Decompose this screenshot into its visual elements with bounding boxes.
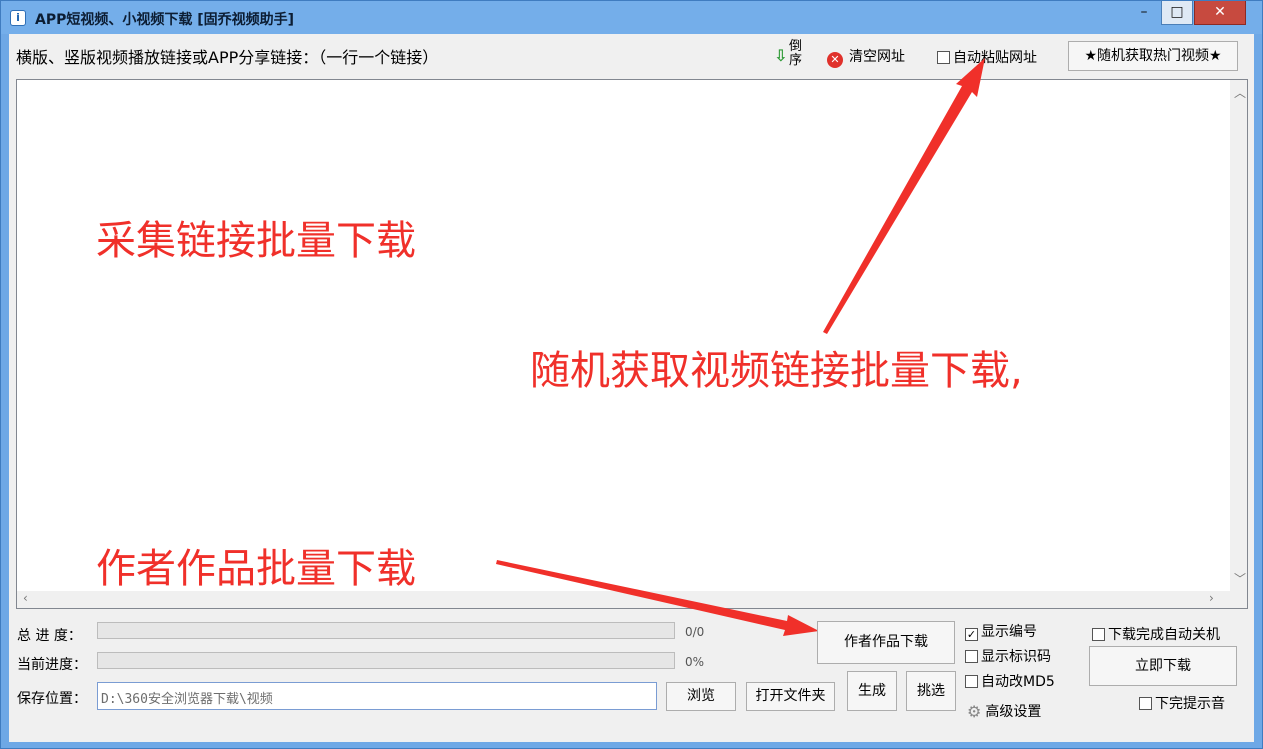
title-bar[interactable]: i APP短视频、小视频下载 [固乔视频助手] – □ ✕	[1, 1, 1262, 34]
annotation-random-fetch: 随机获取视频链接批量下载,	[530, 348, 1023, 394]
annotation-batch-collect: 采集链接批量下载	[96, 218, 416, 264]
auto-md5-label: 自动改MD5	[981, 674, 1055, 690]
clear-urls-label: 清空网址	[849, 49, 905, 65]
show-number-label: 显示编号	[981, 624, 1037, 640]
shutdown-after-download-label: 下载完成自动关机	[1108, 627, 1220, 643]
current-progress-value: 0%	[685, 655, 705, 669]
minimize-button[interactable]: –	[1127, 1, 1161, 25]
clear-x-icon: ✕	[827, 52, 843, 68]
open-folder-button[interactable]: 打开文件夹	[746, 682, 835, 711]
generate-button[interactable]: 生成	[847, 671, 897, 711]
auto-paste-checkbox[interactable]	[937, 51, 950, 64]
save-location-label: 保存位置：	[17, 691, 87, 707]
app-window: i APP短视频、小视频下载 [固乔视频助手] – □ ✕ 横版、竖版视频播放链…	[0, 0, 1263, 749]
auto-paste-label: 自动粘贴网址	[953, 50, 1037, 66]
gear-icon: ⚙	[967, 702, 982, 721]
current-progress-label: 当前进度：	[17, 657, 87, 673]
maximize-button[interactable]: □	[1161, 1, 1193, 25]
scroll-up-icon[interactable]: ︿	[1234, 84, 1246, 101]
main-panel: 横版、竖版视频播放链接或APP分享链接：（一行一个链接） ⇩ 倒序 ✕ 清空网址 …	[9, 34, 1254, 742]
show-id-code-label: 显示标识码	[981, 649, 1051, 665]
advanced-settings-button[interactable]: ⚙ 高级设置	[967, 701, 1041, 721]
auto-md5-checkbox[interactable]	[965, 675, 978, 688]
browse-button[interactable]: 浏览	[666, 682, 736, 711]
author-works-download-button[interactable]: 作者作品下载	[817, 621, 955, 664]
arrow-down-icon: ⇩	[774, 46, 788, 65]
shutdown-after-download-checkbox[interactable]	[1092, 628, 1105, 641]
total-progress-label: 总 进 度：	[17, 628, 82, 644]
auto-md5-option[interactable]: 自动改MD5	[965, 671, 1055, 691]
random-hot-videos-button[interactable]: ★随机获取热门视频★	[1068, 41, 1238, 71]
finish-sound-option[interactable]: 下完提示音	[1139, 693, 1225, 713]
reverse-order-label: 倒序	[789, 39, 803, 68]
scroll-left-icon[interactable]: ‹	[23, 591, 28, 605]
advanced-settings-label: 高级设置	[985, 704, 1042, 720]
scroll-right-icon[interactable]: ›	[1209, 591, 1214, 605]
save-path-input[interactable]: D:\360安全浏览器下载\视频	[97, 682, 657, 710]
clear-urls-button[interactable]: ✕ 清空网址	[827, 46, 905, 68]
show-number-option[interactable]: ✓ 显示编号	[965, 621, 1037, 641]
show-id-code-checkbox[interactable]	[965, 650, 978, 663]
show-id-code-option[interactable]: 显示标识码	[965, 646, 1051, 666]
show-number-checkbox[interactable]: ✓	[965, 628, 978, 641]
total-progress-value: 0/0	[685, 625, 705, 639]
scroll-down-icon[interactable]: ﹀	[1234, 570, 1246, 587]
annotation-author-batch: 作者作品批量下载	[96, 546, 416, 592]
finish-sound-checkbox[interactable]	[1139, 697, 1152, 710]
total-progress-bar	[97, 622, 675, 639]
auto-paste-option[interactable]: 自动粘贴网址	[937, 47, 1037, 67]
link-input-label: 横版、竖版视频播放链接或APP分享链接：（一行一个链接）	[16, 48, 439, 67]
current-progress-bar	[97, 652, 675, 669]
close-button[interactable]: ✕	[1194, 1, 1246, 25]
vertical-scrollbar[interactable]: ︿ ﹀	[1230, 80, 1247, 591]
download-now-button[interactable]: 立即下载	[1089, 646, 1237, 686]
window-title: APP短视频、小视频下载 [固乔视频助手]	[35, 12, 295, 28]
finish-sound-label: 下完提示音	[1155, 696, 1225, 712]
pick-button[interactable]: 挑选	[906, 671, 956, 711]
reverse-order-button[interactable]: ⇩ 倒序	[774, 38, 808, 72]
app-logo-icon: i	[10, 10, 26, 26]
shutdown-after-download-option[interactable]: 下载完成自动关机	[1092, 624, 1220, 644]
